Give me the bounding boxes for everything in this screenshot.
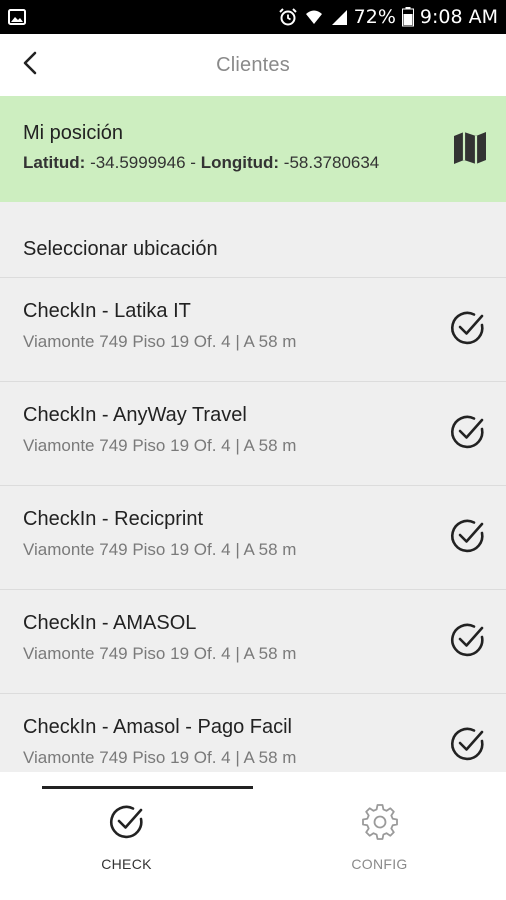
location-address: Viamonte 749 Piso 19 Of. 4 | A 58 m — [23, 540, 297, 559]
latitude-label: Latitud: — [23, 153, 86, 172]
coord-separator: - — [190, 153, 196, 172]
list-item[interactable]: CheckIn - AnyWay Travel Viamonte 749 Pis… — [0, 382, 506, 486]
check-circle-icon — [107, 802, 147, 842]
my-position-card: Mi posición Latitud: -34.5999946 - Longi… — [0, 96, 506, 202]
tab-check-label: CHECK — [101, 856, 152, 872]
check-in-button[interactable] — [448, 726, 488, 766]
chevron-left-icon — [21, 51, 41, 80]
map-button[interactable] — [450, 130, 490, 170]
app-bar: Clientes — [0, 34, 506, 96]
tab-config-label: CONFIG — [351, 856, 408, 872]
section-header: Seleccionar ubicación — [0, 202, 506, 278]
location-address: Viamonte 749 Piso 19 Of. 4 | A 58 m — [23, 332, 297, 351]
location-address: Viamonte 749 Piso 19 Of. 4 | A 58 m — [23, 748, 297, 767]
battery-icon — [401, 7, 414, 27]
list-item[interactable]: CheckIn - Latika IT Viamonte 749 Piso 19… — [0, 278, 506, 382]
latitude-value: -34.5999946 — [90, 153, 186, 172]
battery-percent: 72% — [353, 6, 396, 28]
check-circle-icon — [449, 621, 487, 664]
clock: 9:08 AM — [419, 6, 498, 28]
image-icon — [8, 7, 28, 27]
longitude-label: Longitud: — [200, 153, 280, 172]
status-bar: 72% 9:08 AM — [0, 0, 506, 34]
location-title: CheckIn - Amasol - Pago Facil — [23, 716, 292, 738]
location-address: Viamonte 749 Piso 19 Of. 4 | A 58 m — [23, 644, 297, 663]
location-title: CheckIn - AMASOL — [23, 612, 197, 634]
list-item[interactable]: CheckIn - Amasol - Pago Facil Viamonte 7… — [0, 694, 506, 772]
wifi-icon — [304, 7, 324, 27]
map-icon — [452, 131, 488, 170]
check-circle-icon — [449, 309, 487, 352]
check-circle-icon — [449, 517, 487, 560]
location-title: CheckIn - AnyWay Travel — [23, 404, 247, 426]
check-circle-icon — [449, 413, 487, 456]
tab-config[interactable]: CONFIG — [253, 772, 506, 900]
page-title: Clientes — [216, 53, 290, 76]
check-in-button[interactable] — [448, 414, 488, 454]
active-tab-indicator — [42, 786, 253, 789]
check-in-button[interactable] — [448, 622, 488, 662]
section-title: Seleccionar ubicación — [23, 238, 218, 260]
location-title: CheckIn - Recicprint — [23, 508, 204, 530]
back-button[interactable] — [14, 48, 48, 82]
position-coordinates: Latitud: -34.5999946 - Longitud: -58.378… — [23, 153, 506, 173]
location-title: CheckIn - Latika IT — [23, 300, 191, 322]
tab-check[interactable]: CHECK — [0, 772, 253, 900]
gear-icon — [360, 802, 400, 842]
list-item[interactable]: CheckIn - Recicprint Viamonte 749 Piso 1… — [0, 486, 506, 590]
location-address: Viamonte 749 Piso 19 Of. 4 | A 58 m — [23, 436, 297, 455]
position-title: Mi posición — [23, 122, 124, 144]
bottom-navigation: CHECK CONFIG — [0, 772, 506, 900]
alarm-icon — [278, 7, 298, 27]
check-circle-icon — [449, 725, 487, 768]
check-in-button[interactable] — [448, 310, 488, 350]
list-item[interactable]: CheckIn - AMASOL Viamonte 749 Piso 19 Of… — [0, 590, 506, 694]
check-in-button[interactable] — [448, 518, 488, 558]
signal-icon — [330, 8, 348, 26]
locations-list[interactable]: CheckIn - Latika IT Viamonte 749 Piso 19… — [0, 278, 506, 772]
longitude-value: -58.3780634 — [283, 153, 380, 172]
